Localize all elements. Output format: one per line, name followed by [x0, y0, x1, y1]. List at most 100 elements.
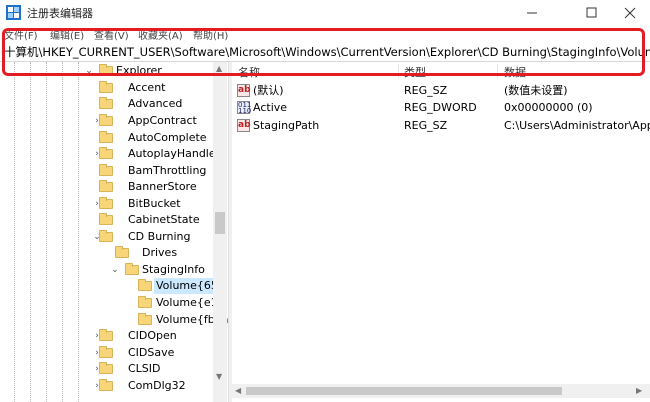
close-icon: [624, 7, 636, 19]
tree-item-label: CIDSave: [128, 346, 175, 359]
tree-item-label: CLSID: [128, 362, 161, 375]
tree-item-explorer[interactable]: ⌄ Explorer: [82, 63, 222, 79]
tree-guide-line: [78, 62, 79, 402]
value-type: REG_DWORD: [404, 101, 477, 114]
key-tree[interactable]: ⌄ Explorer Accent Advanced › AppContract…: [0, 62, 228, 402]
folder-icon: [99, 81, 113, 93]
value-type: REG_SZ: [404, 119, 448, 132]
tree-item-comdlg32[interactable]: › ComDlg32: [95, 378, 216, 394]
tree-item-label: CD Burning: [128, 230, 191, 243]
tree-item-cabinetstate[interactable]: CabinetState: [96, 212, 216, 228]
tree-item-label: StagingInfo: [142, 263, 205, 276]
column-separator[interactable]: [497, 64, 498, 78]
tree-guide-line: [30, 62, 31, 402]
address-path[interactable]: 十算机\HKEY_CURRENT_USER\Software\Microsoft…: [4, 44, 650, 60]
column-header-data[interactable]: 数据: [504, 64, 526, 80]
tree-item-label: Advanced: [128, 97, 183, 110]
tree-item-volume-e1e[interactable]: Volume{e1e: [126, 295, 224, 311]
tree-item-appcontract[interactable]: › AppContract: [95, 113, 216, 129]
folder-icon: [99, 362, 113, 374]
tree-scroll-thumb[interactable]: [215, 212, 225, 234]
value-data: C:\Users\Administrator\AppDa: [504, 119, 650, 132]
value-type: REG_SZ: [404, 84, 448, 97]
tree-item-bannerstore[interactable]: BannerStore: [96, 179, 216, 195]
tree-item-label: CabinetState: [128, 213, 200, 226]
tree-item-label: CIDOpen: [128, 329, 177, 342]
tree-item-label: BamThrottling: [128, 164, 207, 177]
tree-item-volume-fb5a[interactable]: Volume{fb5a: [126, 312, 228, 328]
folder-icon: [99, 329, 113, 341]
folder-icon: [99, 230, 113, 242]
menu-bar: 文件(F) 编辑(E) 查看(V) 收藏夹(A) 帮助(H): [0, 26, 650, 42]
tree-item-autoplayhandlers[interactable]: › AutoplayHandlers: [95, 146, 226, 162]
tree-item-label: AutoComplete: [128, 131, 207, 144]
menu-favorites[interactable]: 收藏夹(A): [138, 27, 183, 42]
list-scroll-thumb[interactable]: [246, 387, 562, 395]
column-header-type[interactable]: 类型: [404, 64, 426, 80]
folder-icon: [99, 379, 113, 391]
tree-item-accent[interactable]: Accent: [96, 80, 216, 96]
dword-value-icon: 011 110: [237, 101, 252, 115]
address-bar[interactable]: 十算机\HKEY_CURRENT_USER\Software\Microsoft…: [0, 42, 650, 62]
value-data: (数值未设置): [504, 84, 568, 97]
tree-item-cidopen[interactable]: › CIDOpen: [95, 328, 216, 344]
folder-icon: [99, 131, 113, 143]
folder-icon: [99, 164, 113, 176]
tree-item-label: BannerStore: [128, 180, 197, 193]
folder-icon: [99, 64, 113, 76]
folder-icon: [99, 213, 113, 225]
value-name: (默认): [253, 84, 284, 97]
tree-vertical-scrollbar[interactable]: ▲ ▼: [213, 62, 227, 402]
tree-item-autocomplete[interactable]: AutoComplete: [96, 130, 216, 146]
tree-item-drives[interactable]: Drives: [112, 245, 212, 261]
tree-item-cd-burning[interactable]: ⌄ CD Burning: [93, 229, 216, 245]
tree-guide-line: [14, 62, 15, 402]
value-list[interactable]: 名称 类型 数据 ab (默认) REG_SZ (数值未设置) 011 110 A…: [232, 62, 650, 402]
column-separator[interactable]: [398, 64, 399, 78]
list-item[interactable]: ab StagingPath REG_SZ C:\Users\Administr…: [232, 117, 650, 134]
folder-icon: [99, 114, 113, 126]
tree-item-clsid[interactable]: › CLSID: [95, 361, 216, 377]
list-item[interactable]: 011 110 Active REG_DWORD 0x00000000 (0): [232, 99, 650, 116]
menu-edit[interactable]: 编辑(E): [50, 27, 84, 42]
collapse-icon[interactable]: ⌄: [84, 63, 94, 79]
tree-item-label: AppContract: [128, 114, 197, 127]
tree-item-label: Explorer: [116, 64, 162, 77]
string-value-icon: ab: [237, 119, 251, 132]
tree-item-bitbucket[interactable]: › BitBucket: [95, 196, 216, 212]
list-horizontal-scrollbar[interactable]: ◀ ▶: [232, 384, 650, 398]
value-data: 0x00000000 (0): [504, 101, 593, 114]
string-value-icon: ab: [237, 84, 251, 97]
scroll-down-icon[interactable]: ▼: [216, 372, 222, 381]
tree-item-label: Accent: [128, 81, 166, 94]
folder-icon: [99, 147, 113, 159]
folder-icon: [99, 180, 113, 192]
menu-view[interactable]: 查看(V): [94, 27, 129, 42]
tree-item-cidsave[interactable]: › CIDSave: [95, 345, 216, 361]
tree-item-bamthrottling[interactable]: BamThrottling: [96, 163, 216, 179]
tree-item-advanced[interactable]: Advanced: [96, 96, 216, 112]
column-header-name[interactable]: 名称: [238, 64, 260, 80]
list-item[interactable]: ab (默认) REG_SZ (数值未设置): [232, 82, 650, 99]
menu-help[interactable]: 帮助(H): [193, 27, 228, 42]
folder-icon: [125, 263, 139, 275]
scroll-right-icon[interactable]: ▶: [636, 386, 642, 395]
folder-icon: [138, 279, 152, 291]
minimize-icon: [527, 12, 537, 14]
tree-guide-line: [46, 62, 47, 402]
tree-guide-line: [62, 62, 63, 402]
tree-item-volume-655[interactable]: Volume{655: [126, 278, 227, 294]
scroll-left-icon[interactable]: ◀: [235, 386, 241, 395]
tree-item-staginginfo[interactable]: ⌄ StagingInfo: [110, 262, 212, 278]
menu-file[interactable]: 文件(F): [4, 27, 38, 42]
close-button[interactable]: [607, 0, 650, 26]
scroll-up-icon[interactable]: ▲: [216, 64, 222, 73]
tree-item-label: ComDlg32: [128, 379, 186, 392]
minimize-button[interactable]: [509, 0, 555, 26]
folder-icon: [138, 296, 152, 308]
value-name: Active: [253, 101, 288, 114]
title-bar: 注册表编辑器: [0, 0, 650, 26]
value-name: StagingPath: [253, 119, 320, 132]
collapse-icon[interactable]: ⌄: [110, 262, 120, 278]
folder-icon: [115, 246, 129, 258]
